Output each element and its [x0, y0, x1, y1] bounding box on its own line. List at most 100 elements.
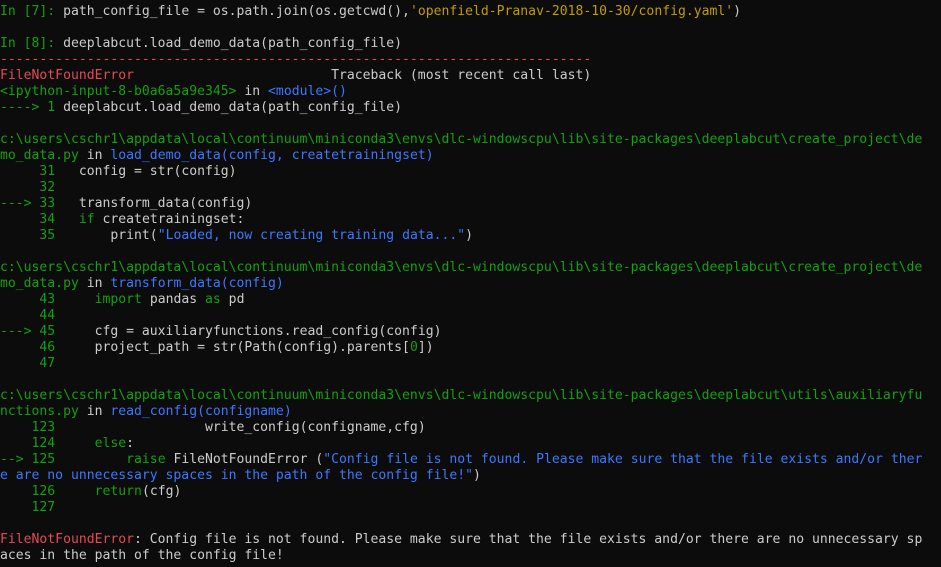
terminal-text-segment: 31: [0, 164, 64, 179]
terminal-text-segment: ---> 45: [0, 324, 64, 339]
terminal-line: 43 import pandas as pd: [0, 292, 941, 308]
terminal-text-segment: mo_data.py: [0, 148, 79, 163]
terminal-text-segment: load_demo_data(config, createtrainingset…: [110, 148, 434, 163]
terminal-text-segment: ---> 33: [0, 196, 64, 211]
terminal-text-segment: raise: [126, 452, 166, 467]
terminal-text-segment: In [7]:: [0, 4, 64, 19]
terminal-text-segment: return: [94, 484, 142, 499]
terminal-text-segment: FileNotFoundError (: [165, 452, 324, 467]
terminal-text-segment: 'openfield-Pranav-2018-10-30/config.yaml…: [409, 4, 734, 19]
terminal-line: FileNotFoundError: Config file is not fo…: [0, 532, 941, 548]
terminal-line: aces in the path of the config file!: [0, 548, 941, 564]
terminal-line: c:\users\cschr1\appdata\local\continuum\…: [0, 388, 941, 404]
terminal-text-segment: transform_data(config): [110, 276, 284, 291]
terminal-text-segment: mo_data.py: [0, 276, 79, 291]
terminal-text-segment: pd: [220, 292, 245, 307]
terminal-text-segment: 0: [409, 340, 418, 355]
terminal-text-segment: : Config file is not found. Please make …: [134, 532, 923, 547]
terminal-line: ---> 45 cfg = auxiliaryfunctions.read_co…: [0, 324, 941, 340]
terminal-text-segment: in: [78, 404, 111, 419]
terminal-text-segment: else: [94, 436, 127, 451]
terminal-text-segment: if: [78, 212, 95, 227]
terminal-text-segment: 123: [0, 420, 64, 435]
terminal-text-segment: path_config_file = os.path.join(os.getcw…: [63, 4, 410, 19]
terminal-text-segment: aces in the path of the config file!: [0, 548, 284, 563]
terminal-line: ----> 1 deeplabcut.load_demo_data(path_c…: [0, 100, 941, 116]
terminal-line: 35 print("Loaded, now creating training …: [0, 228, 941, 244]
terminal-text-segment: config = str(config): [63, 164, 237, 179]
terminal-text-segment: 46: [0, 340, 64, 355]
terminal-text-segment: read_config(configname): [110, 404, 292, 419]
terminal-text-segment: nctions.py: [0, 404, 79, 419]
terminal-text-segment: ): [465, 228, 474, 243]
terminal-text-segment: FileNotFoundError: [0, 68, 135, 83]
terminal-text-segment: cfg = auxiliaryfunctions.read_config(con…: [63, 324, 442, 339]
terminal-text-segment: 43: [0, 292, 64, 307]
terminal-text-segment: ----> 1: [0, 100, 64, 115]
terminal-line: mo_data.py in transform_data(config): [0, 276, 941, 292]
terminal-line: 32: [0, 180, 941, 196]
terminal-text-segment: ----------------------------------------…: [0, 52, 592, 67]
terminal-text-segment: in: [236, 84, 269, 99]
terminal-text-segment: "Loaded, now creating training data...": [157, 228, 466, 243]
terminal-text-segment: <ipython-input-8-b0a6a5a9e345>: [0, 84, 237, 99]
terminal-text-segment: pandas: [141, 292, 206, 307]
terminal-text-segment: "Config file is not found. Please make s…: [323, 452, 923, 467]
terminal-line: 34 if createtrainingset:: [0, 212, 941, 228]
terminal-line: c:\users\cschr1\appdata\local\continuum\…: [0, 260, 941, 276]
terminal-text-segment: <module>(): [268, 84, 347, 99]
terminal-line: FileNotFoundError Traceback (most recent…: [0, 68, 941, 84]
terminal-text-segment: In [8]:: [0, 36, 64, 51]
terminal-line: 44: [0, 308, 941, 324]
terminal-line: ---> 33 transform_data(config): [0, 196, 941, 212]
terminal-line: 31 config = str(config): [0, 164, 941, 180]
terminal-text-segment: print(: [63, 228, 158, 243]
terminal-line: 126 return(cfg): [0, 484, 941, 500]
terminal-text-segment: ): [733, 4, 742, 19]
terminal-text-segment: c:\users\cschr1\appdata\local\continuum\…: [0, 132, 923, 147]
terminal-line: c:\users\cschr1\appdata\local\continuum\…: [0, 132, 941, 148]
terminal-line: ----------------------------------------…: [0, 52, 941, 68]
terminal-text-segment: Traceback (most recent call last): [134, 68, 592, 83]
terminal-text-segment: 124: [0, 436, 64, 451]
terminal-line: 127: [0, 500, 941, 516]
terminal-text-segment: c:\users\cschr1\appdata\local\continuum\…: [0, 388, 923, 403]
terminal-text-segment: write_config(configname,cfg): [63, 420, 426, 435]
terminal-text-segment: as: [205, 292, 221, 307]
terminal-line: mo_data.py in load_demo_data(config, cre…: [0, 148, 941, 164]
terminal-text-segment: 35: [0, 228, 64, 243]
terminal-line: In [7]: path_config_file = os.path.join(…: [0, 4, 941, 20]
terminal-text-segment: project_path = str(Path(config).parents[: [63, 340, 410, 355]
terminal-text-segment: FileNotFoundError: [0, 532, 135, 547]
terminal-line: e are no unnecessary spaces in the path …: [0, 468, 941, 484]
terminal-text-segment: c:\users\cschr1\appdata\local\continuum\…: [0, 260, 923, 275]
terminal-text-segment: :: [126, 436, 135, 451]
terminal-line: 123 write_config(configname,cfg): [0, 420, 941, 436]
terminal-text-segment: (cfg): [141, 484, 182, 499]
terminal-text-segment: e are no unnecessary spaces in the path …: [0, 468, 473, 483]
terminal-line: <ipython-input-8-b0a6a5a9e345> in <modul…: [0, 84, 941, 100]
terminal-text-segment: in: [78, 276, 111, 291]
terminal-window[interactable]: In [7]: path_config_file = os.path.join(…: [0, 0, 941, 567]
terminal-text-segment: in: [78, 148, 111, 163]
terminal-line: In [8]: deeplabcut.load_demo_data(path_c…: [0, 36, 941, 52]
terminal-line: 46 project_path = str(Path(config).paren…: [0, 340, 941, 356]
terminal-line: 124 else:: [0, 436, 941, 452]
terminal-text-segment: deeplabcut.load_demo_data(path_config_fi…: [63, 100, 403, 115]
terminal-line: --> 125 raise FileNotFoundError ("Config…: [0, 452, 941, 468]
terminal-text-segment: import: [94, 292, 142, 307]
terminal-text-segment: transform_data(config): [63, 196, 253, 211]
terminal-text-segment: 44: [0, 308, 64, 323]
terminal-line: 47: [0, 356, 941, 372]
terminal-text-segment: 32: [0, 180, 64, 195]
terminal-text-segment: 127: [0, 500, 64, 515]
